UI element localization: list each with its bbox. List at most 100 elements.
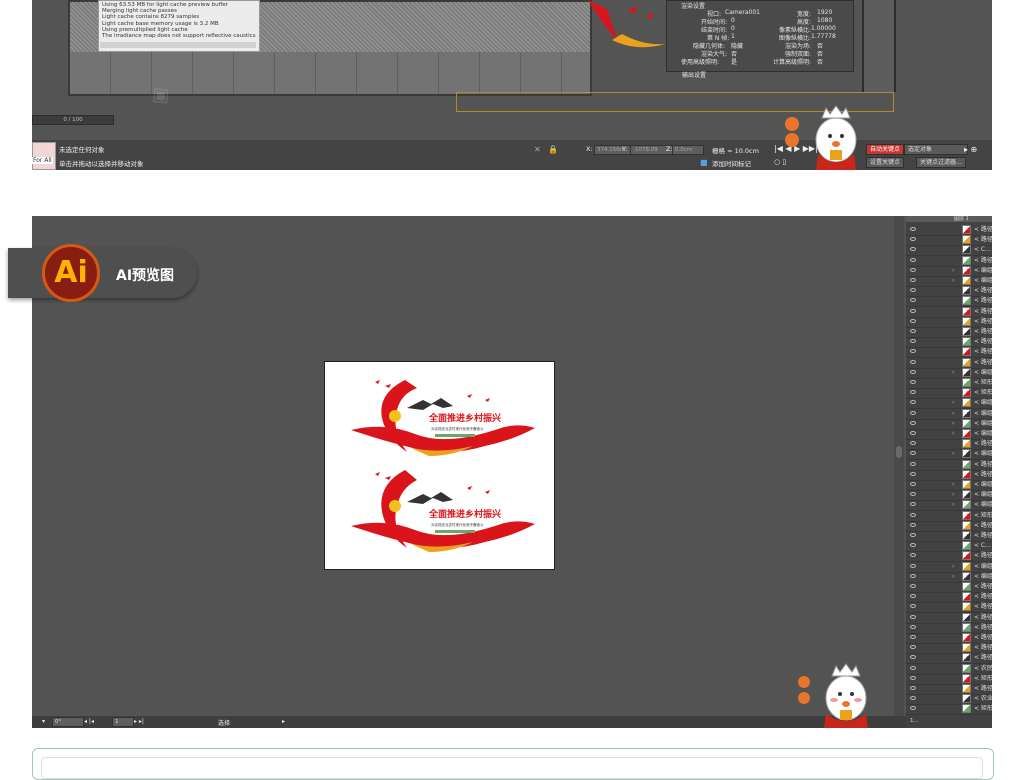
layer-thumbnail (962, 469, 971, 479)
rotation-field[interactable]: 0° (52, 717, 84, 727)
artwork-design-top: 全面推进乡村振兴 为实现农业农村现代化而不懈奋斗 (351, 380, 535, 456)
visibility-eye-icon[interactable] (910, 380, 916, 384)
side-panel-edge (862, 0, 896, 92)
lock-icon[interactable]: ✕ (534, 145, 541, 154)
visibility-eye-icon[interactable] (910, 522, 916, 527)
visibility-eye-icon[interactable] (910, 369, 916, 374)
visibility-eye-icon[interactable] (910, 645, 916, 650)
layer-thumbnail (962, 643, 971, 653)
visibility-eye-icon[interactable] (910, 247, 916, 252)
rotate-dropdown-icon[interactable]: ▾ (42, 718, 45, 725)
layer-thumbnail (962, 327, 971, 336)
visibility-eye-icon[interactable] (910, 227, 916, 231)
visibility-eye-icon[interactable] (910, 278, 916, 282)
status-arrow-icon[interactable]: ▸ (282, 718, 285, 725)
log-scrollbar[interactable] (100, 42, 256, 48)
layer-thumbnail (962, 265, 971, 275)
visibility-eye-icon[interactable] (910, 502, 916, 507)
selection-status: 未选定任何对象 (59, 146, 105, 154)
visibility-eye-icon[interactable] (910, 553, 916, 558)
visibility-eye-icon[interactable] (910, 584, 916, 588)
nav-controls-icon[interactable]: ▸ ⊕ (964, 145, 977, 154)
layer-thumbnail (962, 408, 971, 418)
visibility-eye-icon[interactable] (910, 594, 916, 599)
illustrator-status-bar: ▾ 0° ◂ |◂ 1 ▸ ▸| 选择 ▸ (32, 716, 906, 728)
layer-thumbnail (962, 673, 971, 683)
visibility-eye-icon[interactable] (910, 308, 916, 313)
artboard-number-field[interactable]: 1 (112, 717, 134, 727)
visibility-eye-icon[interactable] (910, 461, 916, 466)
layer-thumbnail (962, 571, 971, 581)
visibility-eye-icon[interactable] (910, 665, 916, 670)
artwork-subline-2: 为实现农业农村现代化而不懈奋斗 (431, 522, 484, 527)
artboard[interactable]: 全面推进乡村振兴 为实现农业农村现代化而不懈奋斗 全面推进乡村振兴 为实现农业农… (324, 361, 555, 570)
visibility-eye-icon[interactable] (910, 410, 916, 415)
artwork-headline-2: 全面推进乡村振兴 (428, 508, 501, 520)
calc-label: 计算高级照明: (773, 59, 812, 66)
layer-thumbnail (962, 551, 971, 561)
viewport-value: Camera001 (725, 9, 760, 16)
visibility-eye-icon[interactable] (910, 543, 916, 548)
visibility-eye-icon[interactable] (910, 288, 916, 293)
visibility-eye-icon[interactable] (910, 400, 916, 405)
visibility-eye-icon[interactable] (910, 614, 916, 619)
max-window: Using 63.53 MB for light cache preview b… (32, 0, 992, 170)
visibility-eye-icon[interactable] (910, 237, 916, 242)
layer-name-header: 图层 1 (954, 216, 969, 222)
key-filter-button[interactable]: 关键点过滤器... (916, 157, 966, 168)
visibility-eye-icon[interactable] (910, 451, 916, 456)
visibility-eye-icon[interactable] (910, 675, 916, 680)
layer-thumbnail (962, 694, 971, 704)
visibility-eye-icon[interactable] (910, 441, 916, 446)
visibility-eye-icon[interactable] (910, 533, 916, 537)
auto-key-button[interactable]: 自动关键点 (866, 144, 905, 155)
canvas-vertical-scrollbar[interactable] (894, 216, 904, 716)
visibility-eye-icon[interactable] (910, 298, 916, 303)
layer-thumbnail (962, 316, 971, 326)
visibility-eye-icon[interactable] (910, 563, 916, 568)
visibility-eye-icon[interactable] (910, 512, 916, 517)
scroll-thumb[interactable] (896, 446, 902, 458)
calc-value: 否 (817, 59, 824, 66)
nav-prev-icon[interactable]: ◂ |◂ (84, 718, 94, 725)
visibility-eye-icon[interactable] (910, 482, 916, 486)
visibility-eye-icon[interactable] (910, 655, 916, 660)
time-tag-icon[interactable]: ■ (700, 158, 708, 167)
visibility-eye-icon[interactable] (910, 329, 916, 333)
visibility-eye-icon[interactable] (910, 492, 916, 497)
ai-preview-badge: Ai AI预览图 (8, 244, 197, 302)
visibility-eye-icon[interactable] (910, 573, 916, 578)
visibility-eye-icon[interactable] (910, 471, 916, 476)
visibility-eye-icon[interactable] (910, 624, 916, 629)
visibility-eye-icon[interactable] (910, 420, 916, 425)
selection-swatch (32, 142, 56, 170)
render-floor (70, 52, 590, 94)
selection-lock-icon[interactable]: 🔒 (548, 145, 558, 154)
set-key-button[interactable]: 设置关键点 (866, 157, 905, 168)
layer-thumbnail (962, 653, 971, 663)
progress-bar: 0 / 100 (32, 115, 114, 125)
visibility-eye-icon[interactable] (910, 267, 916, 272)
selected-set-dropdown[interactable]: 选定对象 (904, 144, 968, 155)
layer-name: < 矩形 (974, 705, 992, 713)
visibility-eye-icon[interactable] (910, 257, 916, 262)
visibility-eye-icon[interactable] (910, 696, 916, 701)
visibility-eye-icon[interactable] (910, 359, 916, 364)
visibility-eye-icon[interactable] (910, 318, 916, 323)
z-coordinate-field[interactable]: 0.0cm (672, 145, 704, 155)
layer-thumbnail (962, 357, 971, 367)
visibility-eye-icon[interactable] (910, 339, 916, 344)
visibility-eye-icon[interactable] (910, 431, 916, 435)
visibility-eye-icon[interactable] (910, 604, 916, 609)
start-value: 0 (731, 17, 735, 24)
visibility-eye-icon[interactable] (910, 349, 916, 354)
nav-next-icon[interactable]: ▸ ▸| (134, 718, 144, 725)
add-time-tag[interactable]: 添加时间标记 (712, 158, 751, 168)
layer-row[interactable]: < 矩形 (906, 703, 992, 716)
artwork-design-bottom: 全面推进乡村振兴 为实现农业农村现代化而不懈奋斗 (351, 470, 535, 552)
visibility-eye-icon[interactable] (910, 390, 916, 395)
visibility-eye-icon[interactable] (910, 635, 916, 639)
layer-thumbnail (962, 459, 971, 469)
visibility-eye-icon[interactable] (910, 686, 916, 690)
visibility-eye-icon[interactable] (910, 706, 916, 711)
